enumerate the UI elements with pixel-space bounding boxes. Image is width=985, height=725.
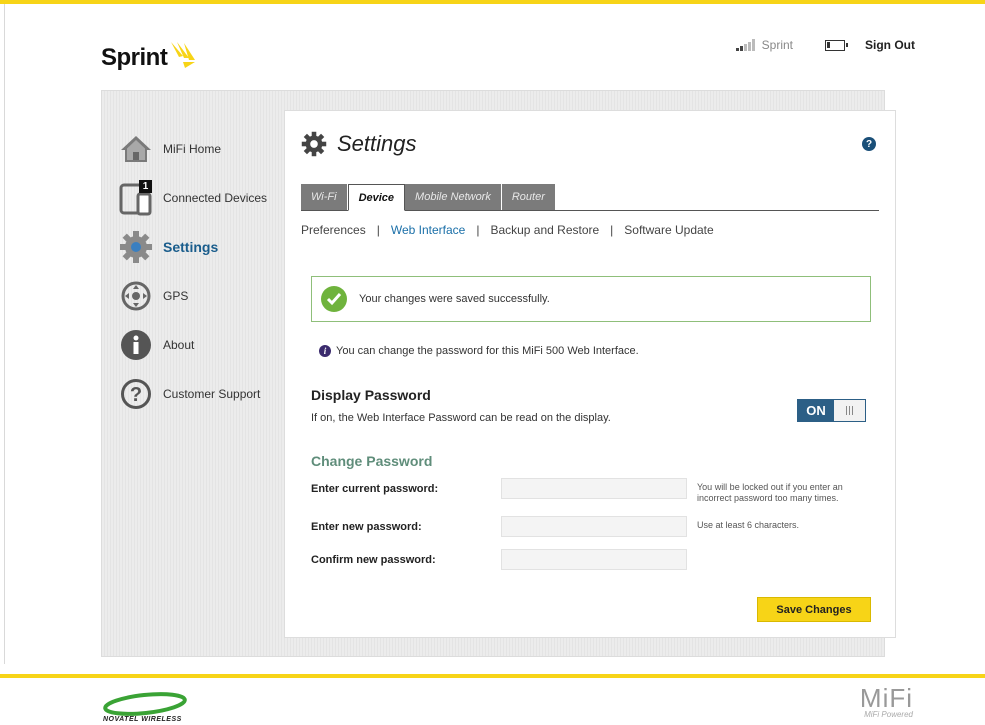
svg-text:?: ?: [130, 384, 142, 406]
sidebar-item-label: About: [163, 337, 195, 352]
header: Sprint Sprint Sign Out: [0, 4, 985, 90]
subtab-preferences[interactable]: Preferences: [301, 223, 366, 237]
brand-name: Sprint: [101, 44, 168, 71]
current-password-input[interactable]: [501, 478, 687, 499]
confirm-password-label: Confirm new password:: [311, 554, 436, 566]
tab-wifi[interactable]: Wi-Fi: [301, 184, 348, 210]
change-password-title: Change Password: [311, 453, 433, 469]
subtab-separator: |: [476, 223, 480, 237]
sidebar: MiFi Home 1 Connected Devices Settings G…: [118, 124, 278, 418]
sidebar-item-customer-support[interactable]: ? Customer Support: [118, 369, 278, 418]
gear-icon: [118, 229, 154, 265]
novatel-text: NOVATEL WIRELESS: [103, 716, 182, 723]
subtab-software-update[interactable]: Software Update: [624, 223, 713, 237]
sprint-wings-icon: [171, 42, 196, 68]
sidebar-item-mifi-home[interactable]: MiFi Home: [118, 124, 278, 173]
sidebar-item-settings[interactable]: Settings: [118, 222, 278, 271]
current-password-hint: You will be locked out if you enter an i…: [697, 482, 843, 503]
sign-out-link[interactable]: Sign Out: [865, 38, 915, 52]
devices-icon: 1: [118, 179, 154, 216]
bottom-accent-stripe: [0, 674, 985, 678]
info-message: You can change the password for this MiF…: [336, 345, 639, 357]
save-changes-button[interactable]: Save Changes: [757, 597, 871, 622]
sidebar-item-label: Customer Support: [163, 386, 261, 401]
tab-router[interactable]: Router: [501, 184, 556, 210]
tab-mobile-network[interactable]: Mobile Network: [405, 184, 502, 210]
signal-strength-icon: [735, 39, 756, 51]
sidebar-item-label: GPS: [163, 288, 189, 303]
sidebar-item-about[interactable]: About: [118, 320, 278, 369]
confirm-password-input[interactable]: [501, 549, 687, 570]
success-alert: Your changes were saved successfully.: [311, 276, 871, 322]
settings-panel: Settings ? Wi-Fi Device Mobile Network R…: [284, 110, 896, 638]
sidebar-item-label: Settings: [163, 238, 219, 255]
current-password-label: Enter current password:: [311, 483, 439, 495]
title-row: Settings: [301, 131, 417, 157]
gps-icon: [118, 278, 154, 314]
sprint-logo[interactable]: Sprint: [101, 40, 199, 72]
sidebar-item-label: MiFi Home: [163, 141, 222, 156]
settings-tabs: Wi-Fi Device Mobile Network Router: [301, 184, 879, 211]
status-bar: Sprint Sign Out: [735, 38, 915, 52]
left-border-line: [4, 4, 5, 664]
subtab-separator: |: [376, 223, 380, 237]
sidebar-item-label: Connected Devices: [163, 190, 268, 205]
device-subtabs: Preferences | Web Interface | Backup and…: [301, 223, 714, 237]
home-icon: [118, 131, 154, 167]
question-icon: ?: [118, 376, 154, 412]
subtab-backup-restore[interactable]: Backup and Restore: [490, 223, 599, 237]
devices-count-badge: 1: [139, 179, 152, 193]
subtab-web-interface[interactable]: Web Interface: [391, 223, 465, 237]
check-icon: [321, 286, 347, 312]
new-password-hint: Use at least 6 characters.: [697, 520, 800, 530]
novatel-swoosh-icon: [103, 692, 187, 716]
page-title: Settings: [337, 131, 417, 156]
new-password-label: Enter new password:: [311, 521, 422, 533]
info-note: i You can change the password for this M…: [319, 345, 639, 357]
help-icon[interactable]: ?: [862, 137, 876, 151]
display-password-description: If on, the Web Interface Password can be…: [311, 412, 611, 424]
gear-icon: [301, 131, 327, 157]
sidebar-item-gps[interactable]: GPS: [118, 271, 278, 320]
carrier-name: Sprint: [761, 38, 793, 52]
mifi-powered-text: MiFi Powered: [864, 710, 913, 719]
mifi-logo: MiFi MiFi Powered: [833, 683, 913, 719]
info-icon: i: [319, 345, 331, 357]
novatel-logo: NOVATEL WIRELESS: [103, 692, 187, 723]
new-password-input[interactable]: [501, 516, 687, 537]
display-password-title: Display Password: [311, 387, 431, 403]
subtab-separator: |: [610, 223, 614, 237]
toggle-knob[interactable]: [834, 400, 865, 421]
toggle-on-label: ON: [798, 400, 834, 421]
success-message: Your changes were saved successfully.: [359, 293, 550, 305]
display-password-toggle[interactable]: ON: [797, 399, 866, 422]
tab-device[interactable]: Device: [347, 184, 406, 211]
sidebar-item-connected-devices[interactable]: 1 Connected Devices: [118, 173, 278, 222]
info-icon: [118, 327, 154, 363]
battery-icon: [825, 39, 848, 51]
